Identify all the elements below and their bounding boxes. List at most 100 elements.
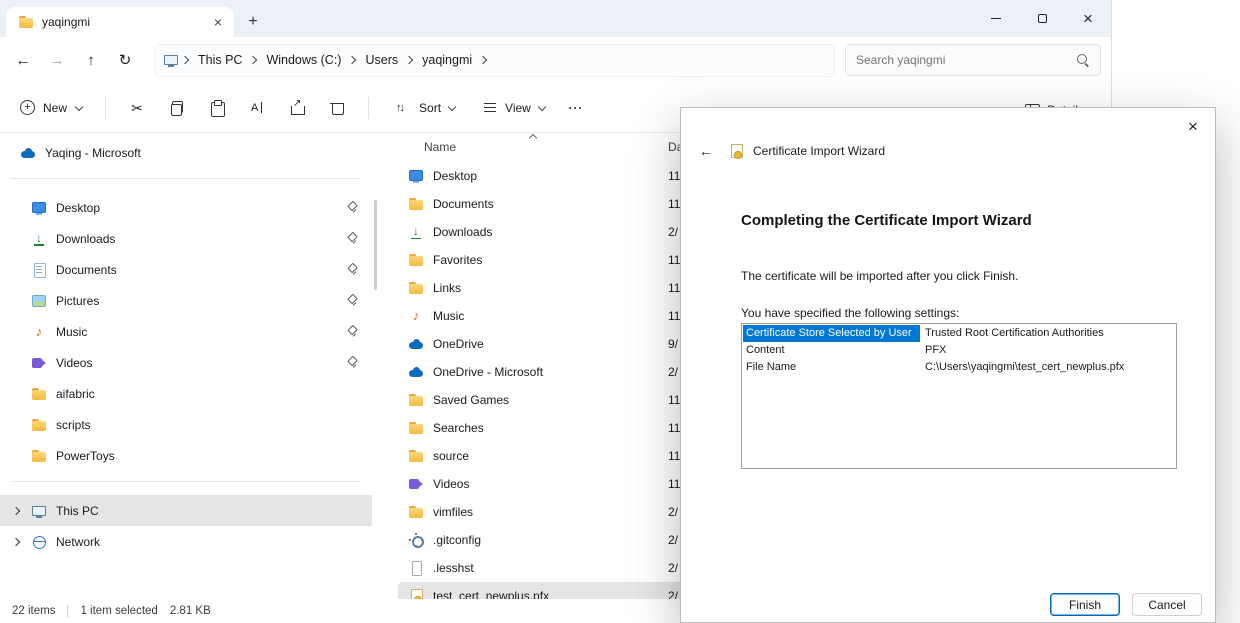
sidebar-item-icon bbox=[31, 200, 47, 216]
setting-key: Certificate Store Selected by User bbox=[743, 325, 920, 342]
file-icon bbox=[408, 336, 424, 352]
new-button[interactable]: New bbox=[10, 92, 93, 123]
view-button[interactable]: View bbox=[473, 92, 555, 124]
close-icon bbox=[1083, 10, 1093, 27]
sidebar-item-icon bbox=[31, 293, 47, 309]
minimize-icon bbox=[991, 18, 1001, 19]
minimize-button[interactable] bbox=[973, 0, 1019, 37]
explorer-tab[interactable]: yaqingmi bbox=[6, 7, 234, 37]
setting-value: Trusted Root Certification Authorities bbox=[920, 325, 1175, 342]
chevron-slot bbox=[10, 357, 22, 369]
search-box[interactable] bbox=[845, 44, 1101, 76]
dialog-close-button[interactable] bbox=[1178, 113, 1208, 139]
breadcrumb-item[interactable]: Windows (C:) bbox=[261, 50, 360, 70]
rename-button[interactable] bbox=[238, 91, 276, 125]
back-button[interactable] bbox=[6, 43, 40, 77]
name-column-header[interactable]: Name bbox=[396, 140, 668, 154]
chevron-down-icon bbox=[75, 104, 83, 112]
close-button[interactable] bbox=[1065, 0, 1111, 37]
copy-button[interactable] bbox=[158, 91, 196, 125]
refresh-button[interactable] bbox=[108, 43, 142, 77]
search-input[interactable] bbox=[856, 53, 1076, 67]
tab-close-icon[interactable] bbox=[208, 12, 228, 32]
settings-row[interactable]: Certificate Store Selected by User Trust… bbox=[743, 325, 1175, 342]
chevron-right-icon bbox=[179, 53, 193, 67]
chevron-slot bbox=[10, 233, 22, 245]
file-date: 2/ bbox=[668, 365, 678, 379]
maximize-button[interactable] bbox=[1019, 0, 1065, 37]
settings-list[interactable]: Certificate Store Selected by User Trust… bbox=[741, 323, 1177, 469]
chevron-slot bbox=[10, 202, 22, 214]
sidebar-item-label: This PC bbox=[56, 504, 99, 518]
sidebar-item-this-pc[interactable]: This PC bbox=[0, 495, 372, 526]
breadcrumb-item[interactable]: yaqingmi bbox=[417, 50, 491, 70]
share-button[interactable] bbox=[278, 91, 316, 125]
file-name: Music bbox=[433, 309, 659, 323]
sidebar-item-onedrive[interactable]: Yaqing - Microsoft bbox=[0, 138, 372, 168]
file-name: OneDrive bbox=[433, 337, 659, 351]
sidebar-item[interactable]: Videos bbox=[0, 347, 372, 378]
forward-button[interactable] bbox=[40, 43, 74, 77]
sidebar-item[interactable]: Pictures bbox=[0, 285, 372, 316]
certificate-wizard-icon bbox=[728, 143, 744, 159]
file-name: Desktop bbox=[433, 169, 659, 183]
new-tab-button[interactable] bbox=[238, 7, 268, 37]
view-button-label: View bbox=[505, 101, 531, 115]
chevron-expand-icon[interactable] bbox=[10, 536, 22, 548]
cancel-button[interactable]: Cancel bbox=[1132, 593, 1202, 616]
breadcrumb-item-label[interactable]: Windows (C:) bbox=[261, 50, 346, 70]
breadcrumb-item-label[interactable]: yaqingmi bbox=[417, 50, 477, 70]
sidebar-item[interactable]: aifabric bbox=[0, 378, 372, 409]
breadcrumb-item[interactable]: This PC bbox=[193, 50, 261, 70]
up-button[interactable] bbox=[74, 43, 108, 77]
sidebar-scrollbar[interactable] bbox=[374, 200, 377, 290]
settings-row[interactable]: Content PFX bbox=[743, 342, 1175, 359]
network-icon bbox=[31, 534, 47, 550]
sidebar-item-label: scripts bbox=[56, 418, 91, 432]
cut-button[interactable] bbox=[118, 91, 156, 125]
paste-icon bbox=[209, 100, 225, 116]
file-date: 2/ bbox=[668, 589, 678, 599]
paste-button[interactable] bbox=[198, 91, 236, 125]
sidebar-item-label: Yaqing - Microsoft bbox=[45, 146, 141, 160]
folder-icon bbox=[18, 14, 34, 30]
file-date: 2/ bbox=[668, 505, 678, 519]
tab-bar: yaqingmi bbox=[0, 0, 1111, 37]
wizard-heading: Completing the Certificate Import Wizard bbox=[741, 212, 1032, 229]
sidebar-item-network[interactable]: Network bbox=[0, 526, 372, 557]
file-name: Searches bbox=[433, 421, 659, 435]
more-options-button[interactable] bbox=[557, 91, 595, 125]
breadcrumb-item[interactable]: Users bbox=[360, 50, 417, 70]
breadcrumb-item-label[interactable]: Users bbox=[360, 50, 403, 70]
sidebar-item-label: PowerToys bbox=[56, 449, 115, 463]
search-icon bbox=[1076, 53, 1090, 67]
sidebar-item[interactable]: PowerToys bbox=[0, 440, 372, 471]
sidebar-item-label: Network bbox=[56, 535, 100, 549]
file-icon bbox=[408, 168, 424, 184]
dialog-back-button[interactable] bbox=[693, 140, 719, 162]
file-name: Saved Games bbox=[433, 393, 659, 407]
sidebar-item[interactable]: Music bbox=[0, 316, 372, 347]
delete-button[interactable] bbox=[318, 91, 356, 125]
selection-count: 1 item selected bbox=[80, 605, 157, 617]
finish-button[interactable]: Finish bbox=[1050, 593, 1120, 616]
setting-value: C:\Users\yaqingmi\test_cert_newplus.pfx bbox=[920, 359, 1175, 376]
file-name: .lesshst bbox=[433, 561, 659, 575]
file-name: Downloads bbox=[433, 225, 659, 239]
file-icon bbox=[408, 392, 424, 408]
sidebar-item[interactable]: Documents bbox=[0, 254, 372, 285]
sidebar-item[interactable]: Desktop bbox=[0, 192, 372, 223]
refresh-icon bbox=[119, 51, 132, 69]
pin-icon bbox=[346, 294, 358, 307]
breadcrumb[interactable]: This PC Windows (C:) Users yaqingmi bbox=[154, 44, 835, 77]
chevron-slot bbox=[10, 264, 22, 276]
chevron-expand-icon[interactable] bbox=[10, 505, 22, 517]
sidebar-item[interactable]: Downloads bbox=[0, 223, 372, 254]
sidebar-item[interactable]: scripts bbox=[0, 409, 372, 440]
back-arrow-icon bbox=[16, 52, 31, 69]
chevron-right-icon bbox=[403, 53, 417, 67]
settings-row[interactable]: File Name C:\Users\yaqingmi\test_cert_ne… bbox=[743, 359, 1175, 376]
sort-button[interactable]: Sort bbox=[387, 92, 465, 124]
cut-icon bbox=[129, 100, 145, 116]
breadcrumb-item-label[interactable]: This PC bbox=[193, 50, 247, 70]
